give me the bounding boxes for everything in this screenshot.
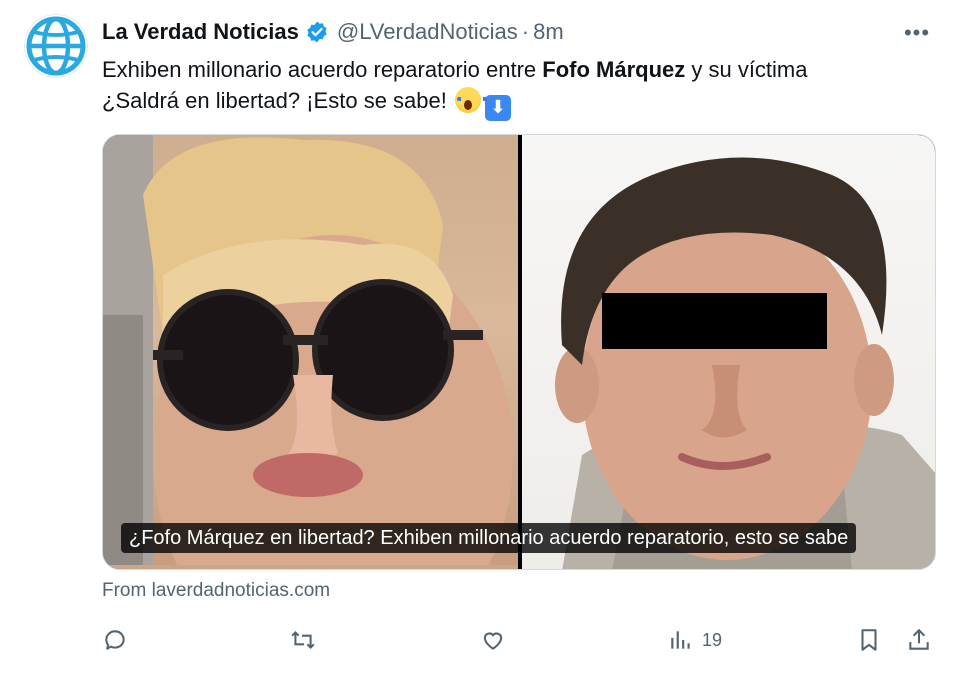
more-options-button[interactable]: •••	[900, 16, 934, 50]
views-count: 19	[702, 629, 723, 650]
tweet-text-part: y su víctima	[685, 57, 808, 82]
separator-dot: ·	[521, 19, 530, 44]
face-screaming-emoji	[454, 87, 487, 113]
card-image-right	[522, 135, 935, 569]
views-button[interactable]: 19	[668, 620, 722, 660]
tweet-header: La Verdad Noticias @LVerdadNoticias · 8m…	[102, 14, 940, 50]
reply-icon	[105, 630, 125, 650]
display-name[interactable]: La Verdad Noticias	[102, 19, 299, 45]
avatar[interactable]	[24, 14, 88, 78]
tweet-text-part: ¿Saldrá en libertad? ¡Esto se sabe!	[102, 88, 453, 113]
tweet-text-line-2: ¿Saldrá en libertad? ¡Esto se sabe! ⬇	[102, 85, 930, 121]
tweet-text-bold: Fofo Márquez	[542, 57, 686, 82]
more-icon: •••	[903, 20, 931, 45]
share-icon	[909, 628, 929, 650]
card-source[interactable]: From laverdadnoticias.com	[102, 580, 330, 602]
reply-button[interactable]	[102, 620, 128, 660]
tweet-text-line-1: Exhiben millonario acuerdo reparatorio e…	[102, 54, 930, 85]
like-icon	[483, 632, 503, 650]
timestamp[interactable]: 8m	[533, 19, 564, 45]
views-icon	[671, 631, 690, 649]
tweet[interactable]: La Verdad Noticias @LVerdadNoticias · 8m…	[0, 0, 960, 683]
link-card[interactable]: ¿Fofo Márquez en libertad? Exhiben millo…	[102, 134, 936, 570]
down-arrow-emoji: ⬇	[484, 94, 511, 121]
like-button[interactable]	[480, 620, 506, 660]
share-button[interactable]	[906, 620, 932, 660]
retweet-icon	[291, 630, 315, 650]
tweet-text-part: Exhiben millonario acuerdo reparatorio e…	[102, 57, 543, 82]
bookmark-button[interactable]	[856, 620, 882, 660]
card-image-left	[103, 135, 518, 569]
retweet-button[interactable]	[290, 620, 316, 660]
handle[interactable]: @LVerdadNoticias	[337, 19, 518, 45]
verified-badge-icon	[305, 20, 329, 44]
globe-icon	[26, 16, 86, 76]
bookmark-icon	[861, 629, 877, 651]
card-caption: ¿Fofo Márquez en libertad? Exhiben millo…	[121, 523, 857, 553]
tweet-text: Exhiben millonario acuerdo reparatorio e…	[102, 54, 930, 121]
action-bar: 19	[102, 620, 936, 660]
